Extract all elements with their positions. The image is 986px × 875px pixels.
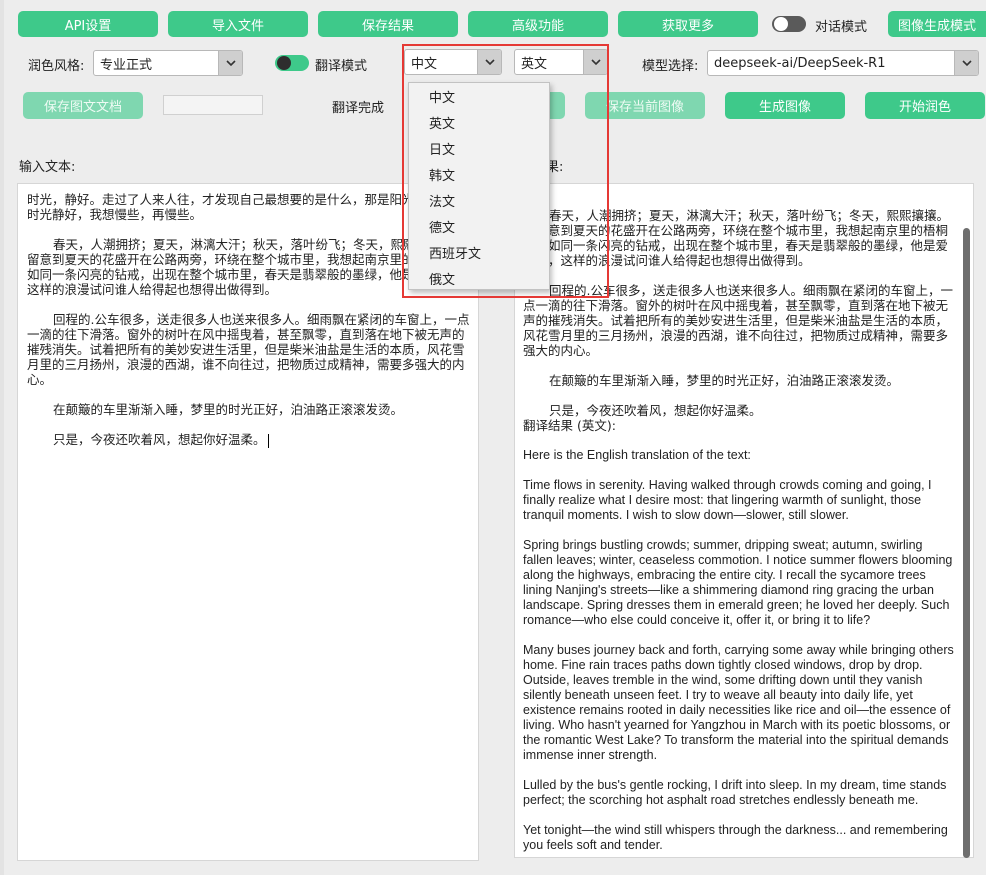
input-paragraph: 回程的.公车很多，送走很多人也送来很多人。细雨飘在紧闭的车窗上，一点一滴的往下滑… <box>27 312 470 387</box>
save-doc-button[interactable]: 保存图文文档 <box>23 92 143 119</box>
text-cursor <box>267 433 269 448</box>
output-en-intro: Here is the English translation of the t… <box>523 448 751 462</box>
output-cn-paragraph: 春天，人潮拥挤；夏天，淋漓大汗；秋天，落叶纷飞；冬天，熙熙攘攘。我留意到夏天的花… <box>523 208 950 268</box>
language-option-korean[interactable]: 韩文 <box>409 161 549 187</box>
style-select-value: 专业正式 <box>100 57 153 73</box>
translation-header: 翻译结果 (英文): <box>523 418 616 433</box>
progress-bar <box>163 95 263 115</box>
save-result-button[interactable]: 保存结果 <box>318 11 458 37</box>
chevron-down-icon <box>583 50 607 74</box>
generate-image-button[interactable]: 生成图像 <box>725 92 845 119</box>
language-option-german[interactable]: 德文 <box>409 213 549 239</box>
save-image-button[interactable]: 保存当前图像 <box>585 92 705 119</box>
output-en-paragraph: Spring brings bustling crowds; summer, d… <box>523 538 956 627</box>
language-option-chinese[interactable]: 中文 <box>409 83 549 109</box>
language-option-russian[interactable]: 俄文 <box>409 265 549 291</box>
output-cn-paragraph: 在颠簸的车里渐渐入睡，梦里的时光正好，泊油路正滚滚发烫。 <box>549 373 900 388</box>
source-language-value: 中文 <box>411 56 438 72</box>
language-option-english[interactable]: 英文 <box>409 109 549 135</box>
language-option-french[interactable]: 法文 <box>409 187 549 213</box>
input-paragraph: 只是，今夜还吹着风，想起你好温柔。 <box>27 432 470 448</box>
model-select[interactable]: deepseek-ai/DeepSeek-R1 <box>707 50 979 76</box>
source-language-select[interactable]: 中文 <box>404 49 502 75</box>
chevron-down-icon <box>954 51 978 75</box>
language-dropdown-list: 中文 英文 日文 韩文 法文 德文 西班牙文 俄文 <box>408 82 550 290</box>
status-text: 翻译完成 <box>332 101 385 116</box>
input-paragraph-text: 只是，今夜还吹着风，想起你好温柔。 <box>53 432 266 447</box>
chat-mode-toggle[interactable] <box>772 16 806 32</box>
output-scrollbar-thumb[interactable] <box>963 228 970 858</box>
target-language-value: 英文 <box>521 56 548 72</box>
translate-mode-toggle[interactable] <box>275 55 309 71</box>
api-settings-button[interactable]: API设置 <box>18 11 158 37</box>
start-polish-button[interactable]: 开始润色 <box>865 92 985 119</box>
output-en-paragraph: Many buses journey back and forth, carry… <box>523 643 958 762</box>
output-cn-paragraph: 只是，今夜还吹着风，想起你好温柔。 <box>549 403 762 418</box>
window-edge <box>0 0 4 875</box>
output-en-paragraph: Yet tonight—the wind still whispers thro… <box>523 823 952 852</box>
target-language-select[interactable]: 英文 <box>514 49 608 75</box>
hidden-action-button[interactable] <box>548 92 565 119</box>
output-textarea[interactable]: 春天，人潮拥挤；夏天，淋漓大汗；秋天，落叶纷飞；冬天，熙熙攘攘。我留意到夏天的花… <box>514 183 974 858</box>
toggle-knob <box>277 56 291 70</box>
input-text-label: 输入文本: <box>19 160 76 175</box>
get-more-button[interactable]: 获取更多 <box>618 11 758 37</box>
input-paragraph: 在颠簸的车里渐渐入睡，梦里的时光正好，泊油路正滚滚发烫。 <box>53 402 404 417</box>
toggle-knob <box>774 17 788 31</box>
style-select[interactable]: 专业正式 <box>93 50 243 76</box>
language-option-spanish[interactable]: 西班牙文 <box>409 239 549 265</box>
image-gen-mode-button[interactable]: 图像生成模式 <box>888 11 986 37</box>
import-file-button[interactable]: 导入文件 <box>168 11 308 37</box>
output-en-paragraph: Time flows in serenity. Having walked th… <box>523 478 936 522</box>
translate-mode-label: 翻译模式 <box>315 59 368 74</box>
advanced-features-button[interactable]: 高级功能 <box>468 11 608 37</box>
output-cn-paragraph: 回程的.公车很多，送走很多人也送来很多人。细雨飘在紧闭的车窗上，一点一滴的往下滑… <box>523 283 953 358</box>
model-select-value: deepseek-ai/DeepSeek-R1 <box>714 55 886 71</box>
style-label: 润色风格: <box>28 59 85 74</box>
input-paragraph: 时光，静好。走过了人来人往，才发现自己最想要的是什么，那是阳光的温热，时光静好，… <box>27 192 465 222</box>
chat-mode-label: 对话模式 <box>815 20 868 35</box>
chevron-down-icon <box>477 50 501 74</box>
model-label: 模型选择: <box>642 59 699 74</box>
language-option-japanese[interactable]: 日文 <box>409 135 549 161</box>
chevron-down-icon <box>218 51 242 75</box>
output-en-paragraph: Lulled by the bus's gentle rocking, I dr… <box>523 778 950 807</box>
input-paragraph: 春天，人潮拥挤；夏天，淋漓大汗；秋天，落叶纷飞；冬天，熙熙攘攘。我留意到夏天的花… <box>27 237 466 297</box>
